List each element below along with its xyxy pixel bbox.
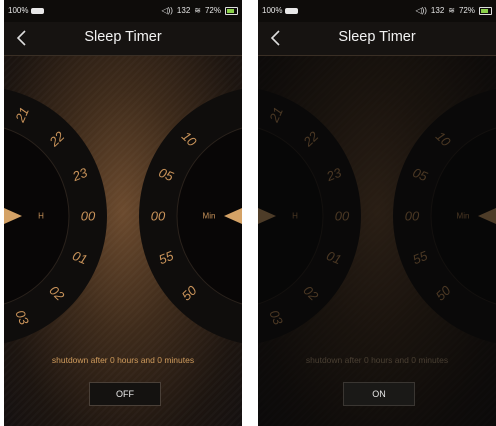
volume-icon: ◁)): [161, 6, 173, 15]
wifi-icon: ≋: [194, 6, 201, 15]
battery-pill-icon: [285, 7, 299, 14]
shutdown-status-text: shutdown after 0 hours and 0 minutes: [305, 355, 449, 365]
page-title: Sleep Timer: [84, 29, 162, 45]
screen-off-state: 100% ◁))132≋72% Sleep Timer 202122230001…: [4, 0, 242, 426]
battery-left-text: 100%: [8, 6, 29, 15]
battery-icon: [225, 6, 238, 15]
screen-on-state: 100% ◁))132≋72% Sleep Timer 202122230001…: [258, 0, 496, 426]
battery-right-text: 72%: [458, 6, 475, 15]
timer-content: 202122230001020304H 1005005550Min shutdo…: [4, 56, 242, 426]
battery-icon: [479, 6, 492, 15]
timer-toggle-button[interactable]: OFF: [89, 382, 161, 406]
volume-text: 132: [176, 6, 191, 15]
header-bar: Sleep Timer: [4, 22, 242, 56]
timer-toggle-button[interactable]: ON: [343, 382, 415, 406]
minute-number[interactable]: 00: [151, 209, 166, 224]
battery-pill-icon: [31, 7, 45, 14]
dim-overlay: [258, 56, 496, 426]
page-title: Sleep Timer: [338, 29, 416, 45]
volume-text: 132: [430, 6, 445, 15]
header-bar: Sleep Timer: [258, 22, 496, 56]
minute-dial[interactable]: 1005005550Min: [4, 56, 242, 426]
status-bar: 100% ◁)) 132 ≋ 72%: [4, 0, 242, 22]
battery-right-text: 72%: [204, 6, 221, 15]
wifi-icon: ≋: [448, 6, 455, 15]
shutdown-status-text: shutdown after 0 hours and 0 minutes: [51, 355, 195, 365]
volume-icon: ◁)): [415, 6, 427, 15]
minute-unit-label: Min: [203, 212, 216, 221]
timer-content: 202122230001020304H 1005005550Min shutdo…: [258, 56, 496, 426]
battery-left-text: 100%: [262, 6, 283, 15]
status-bar: 100% ◁)) 132 ≋ 72%: [258, 0, 496, 22]
